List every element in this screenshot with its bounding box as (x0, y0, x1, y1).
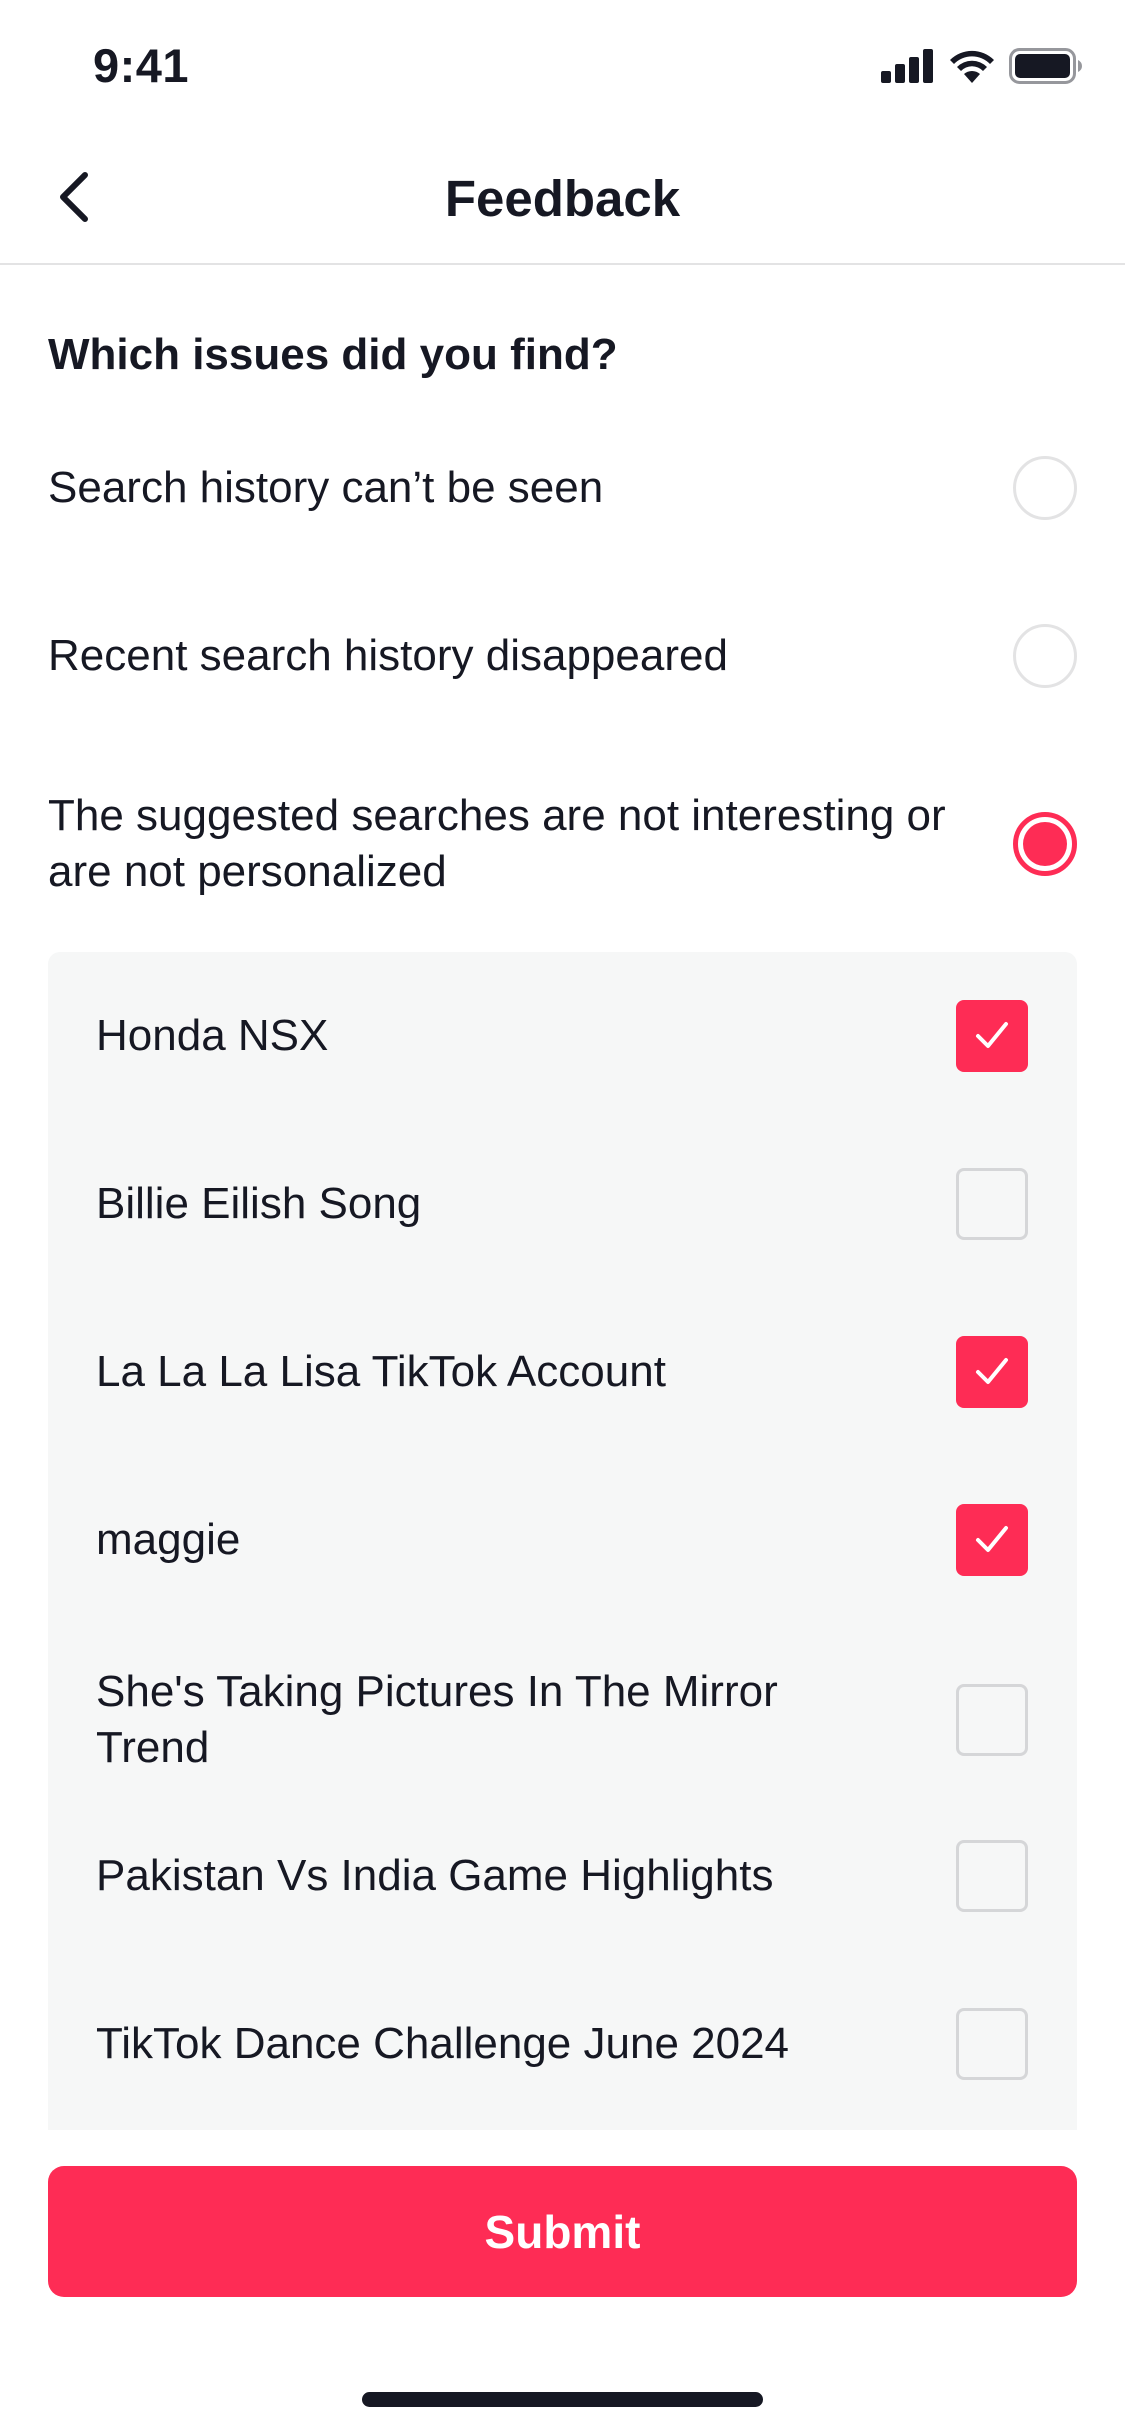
submit-button[interactable]: Submit (48, 2166, 1077, 2297)
checkbox[interactable] (956, 1336, 1028, 1408)
list-item-label: Pakistan Vs India Game Highlights (96, 1851, 774, 1900)
checkbox[interactable] (956, 2008, 1028, 2080)
list-item-label: She's Taking Pictures In The Mirror Tren… (96, 1667, 778, 1772)
list-item-label: Honda NSX (96, 1011, 329, 1060)
list-item[interactable]: Pakistan Vs India Game Highlights (96, 1840, 1028, 1912)
suggested-searches-list: Honda NSX Billie Eilish Song La La La Li… (48, 952, 1077, 2130)
radio-button[interactable] (1013, 624, 1077, 688)
home-indicator (362, 2392, 763, 2407)
list-item[interactable]: Honda NSX (96, 1000, 1028, 1072)
checkbox[interactable] (956, 1000, 1028, 1072)
checkmark-icon (976, 1358, 1008, 1384)
checkmark-icon (976, 1526, 1008, 1552)
list-item[interactable]: Billie Eilish Song (96, 1168, 1028, 1240)
list-item[interactable]: La La La Lisa TikTok Account (96, 1336, 1028, 1408)
checkbox[interactable] (956, 1504, 1028, 1576)
signal-icon (881, 48, 935, 88)
list-item-label: maggie (96, 1515, 241, 1564)
checkbox[interactable] (956, 1168, 1028, 1240)
radio-button[interactable] (1013, 456, 1077, 520)
status-icons (881, 47, 1083, 89)
page-title: Feedback (444, 170, 681, 227)
option-search-history-hidden[interactable]: Search history can’t be seen (48, 456, 1077, 520)
checkbox[interactable] (956, 1840, 1028, 1912)
chevron-left-icon (55, 169, 95, 230)
option-label: Recent search history disappeared (48, 631, 728, 680)
battery-icon (1009, 47, 1083, 89)
question-heading: Which issues did you find? (48, 330, 618, 379)
wifi-icon (949, 49, 995, 88)
option-label: Search history can’t be seen (48, 463, 604, 512)
option-history-disappeared[interactable]: Recent search history disappeared (48, 624, 1077, 688)
status-time: 9:41 (93, 39, 190, 92)
radio-button-selected[interactable] (1013, 812, 1077, 876)
list-item-label: La La La Lisa TikTok Account (96, 1347, 666, 1396)
list-item[interactable]: She's Taking Pictures In The Mirror Tren… (96, 1664, 1028, 1776)
back-button[interactable] (40, 164, 110, 234)
status-bar: 9:41 (0, 0, 1125, 135)
option-suggestions-not-interesting[interactable]: The suggested searches are not interesti… (48, 788, 1077, 900)
option-label: The suggested searches are not interesti… (48, 791, 946, 896)
list-item[interactable]: TikTok Dance Challenge June 2024 (96, 2008, 1028, 2080)
checkmark-icon (976, 1022, 1008, 1048)
list-item-label: Billie Eilish Song (96, 1179, 422, 1228)
nav-bar: Feedback (0, 135, 1125, 265)
checkbox[interactable] (956, 1684, 1028, 1756)
list-item-label: TikTok Dance Challenge June 2024 (96, 2019, 790, 2068)
list-item[interactable]: maggie (96, 1504, 1028, 1576)
